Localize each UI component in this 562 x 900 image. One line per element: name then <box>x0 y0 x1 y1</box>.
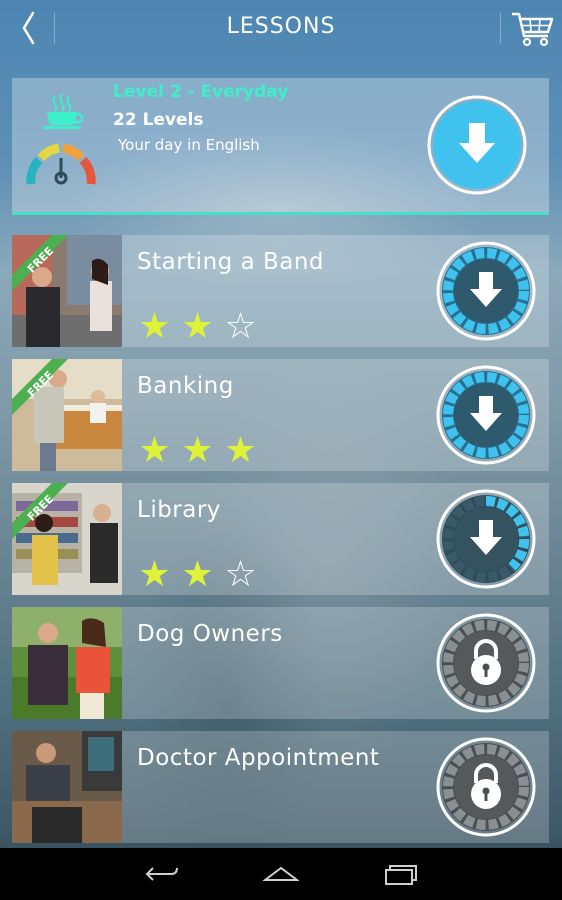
header-divider-right <box>500 12 501 44</box>
back-arrow-icon <box>145 867 178 881</box>
lesson-thumbnail <box>12 731 122 843</box>
lesson-download-button[interactable] <box>436 365 536 465</box>
star-filled-icon: ★ <box>138 306 171 347</box>
lesson-row-dog-owners[interactable]: Dog Owners <box>12 607 549 719</box>
lesson-title: Banking <box>137 373 234 399</box>
star-filled-icon: ★ <box>181 430 214 471</box>
star-rating: ★ ★ ★ <box>136 433 259 469</box>
lesson-row-starting-a-band[interactable]: FREE Starting a Band ★ ★ ☆ <box>12 235 549 347</box>
lesson-thumbnail: FREE <box>12 359 122 471</box>
lesson-row-banking[interactable]: FREE Banking ★ ★ ★ <box>12 359 549 471</box>
star-rating: ★ ★ ☆ <box>136 557 259 593</box>
nav-back-button[interactable] <box>132 856 192 892</box>
system-navigation-bar <box>0 848 562 900</box>
level-download-button[interactable] <box>427 95 527 195</box>
lesson-title: Doctor Appointment <box>137 745 380 771</box>
page-title: LESSONS <box>226 14 336 39</box>
lesson-row-library[interactable]: FREE Library ★ ★ ☆ <box>12 483 549 595</box>
lesson-title: Starting a Band <box>137 249 325 275</box>
star-empty-icon: ☆ <box>224 306 257 347</box>
home-icon <box>263 866 299 881</box>
lesson-download-button[interactable] <box>436 241 536 341</box>
lesson-thumbnail <box>12 607 122 719</box>
level-card-underline <box>12 212 549 215</box>
lesson-title: Dog Owners <box>137 621 283 647</box>
cart-button[interactable] <box>508 8 556 50</box>
free-badge: FREE <box>12 483 68 539</box>
star-filled-icon: ★ <box>224 430 257 471</box>
nav-home-button[interactable] <box>251 856 311 892</box>
star-rating: ★ ★ ☆ <box>136 309 259 345</box>
level-name: Level 2 - Everyday <box>113 82 289 102</box>
nav-recents-button[interactable] <box>371 856 431 892</box>
star-filled-icon: ★ <box>138 430 171 471</box>
lesson-title: Library <box>137 497 221 523</box>
lesson-locked-button[interactable] <box>436 613 536 713</box>
recent-apps-icon <box>385 865 417 885</box>
star-filled-icon: ★ <box>138 554 171 595</box>
free-badge: FREE <box>12 359 68 415</box>
lesson-row-doctor-appointment[interactable]: Doctor Appointment <box>12 731 549 843</box>
star-filled-icon: ★ <box>181 554 214 595</box>
lesson-download-progress-button[interactable] <box>436 489 536 589</box>
lesson-thumbnail: FREE <box>12 235 122 347</box>
shopping-cart-icon <box>512 12 554 47</box>
star-filled-icon: ★ <box>181 306 214 347</box>
difficulty-gauge-icon <box>26 143 96 185</box>
level-count: 22 Levels <box>113 110 204 130</box>
star-empty-icon: ☆ <box>224 554 257 595</box>
app-header: LESSONS <box>0 0 562 56</box>
level-description: Your day in English <box>118 136 260 154</box>
lesson-locked-button[interactable] <box>436 737 536 837</box>
free-badge: FREE <box>12 235 68 291</box>
coffee-cup-icon <box>43 94 84 129</box>
lesson-thumbnail: FREE <box>12 483 122 595</box>
